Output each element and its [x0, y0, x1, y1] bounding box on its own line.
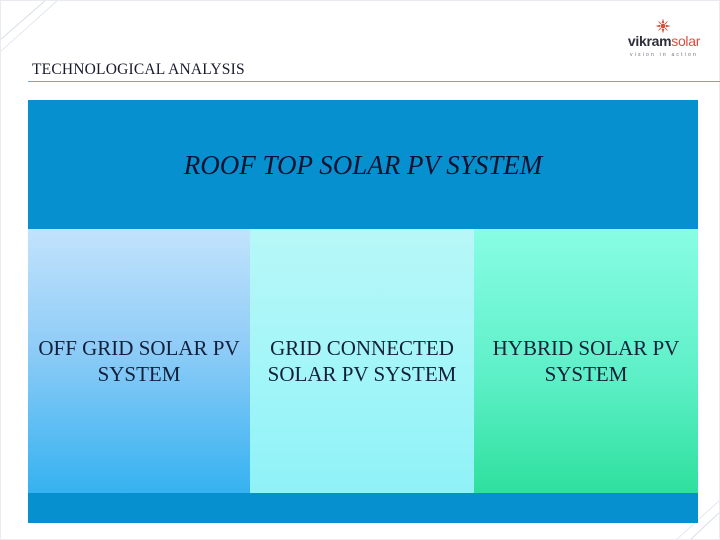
title-divider: [28, 81, 720, 82]
company-logo: vikramsolar vision in action: [624, 18, 704, 62]
pv-system-diagram: ROOF TOP SOLAR PV SYSTEM OFF GRID SOLAR …: [28, 100, 698, 523]
slide-title: TECHNOLOGICAL ANALYSIS: [32, 61, 245, 78]
column-hybrid: HYBRID SOLAR PV SYSTEM: [474, 229, 698, 493]
logo-wordmark: vikramsolar: [624, 33, 704, 49]
sun-flower-icon: [655, 18, 671, 34]
column-grid-connected: GRID CONNECTED SOLAR PV SYSTEM: [250, 229, 474, 493]
column-label: GRID CONNECTED SOLAR PV SYSTEM: [267, 336, 457, 386]
diagram-header-text: ROOF TOP SOLAR PV SYSTEM: [183, 149, 543, 180]
column-label: OFF GRID SOLAR PV SYSTEM: [38, 336, 240, 386]
logo-wordmark-part2: solar: [671, 33, 701, 49]
diagram-header: ROOF TOP SOLAR PV SYSTEM: [28, 100, 698, 228]
logo-tagline: vision in action: [630, 52, 698, 58]
logo-wordmark-part1: vikram: [627, 33, 672, 49]
column-label: HYBRID SOLAR PV SYSTEM: [492, 336, 680, 386]
slide: TECHNOLOGICAL ANALYSIS vikramsolar visio…: [0, 0, 720, 540]
column-off-grid: OFF GRID SOLAR PV SYSTEM: [28, 229, 250, 493]
